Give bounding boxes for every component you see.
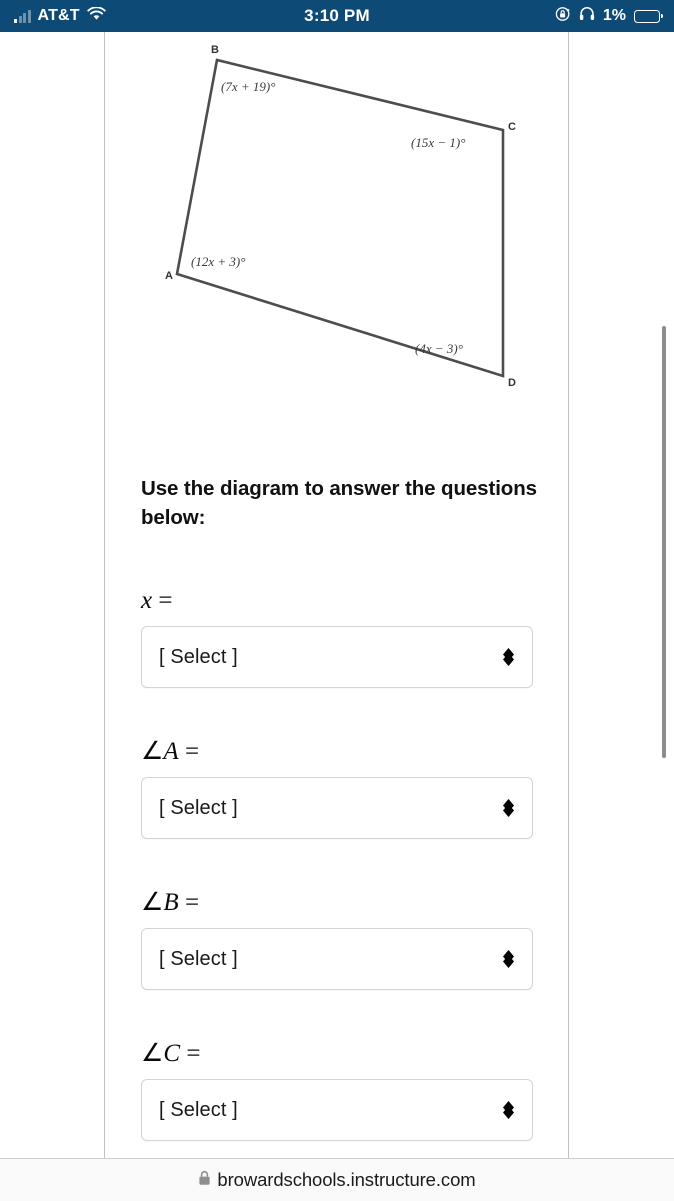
select-angle-b-value: [ Select ]: [159, 947, 238, 970]
chevron-up-down-icon: [500, 948, 516, 970]
url-text: browardschools.instructure.com: [217, 1169, 476, 1190]
page-body: A B C D (12x + 3)° (7x + 19)° (15x − 1)°…: [0, 32, 674, 1158]
status-bar-right: 1%: [555, 6, 663, 27]
question-x-equals: =: [158, 587, 173, 614]
angle-label-d: (4x − 3)°: [415, 341, 463, 356]
question-angle-b: ∠B = [ Select ]: [141, 890, 533, 990]
vertex-label-d: D: [508, 377, 516, 389]
question-angle-a-equals: =: [184, 738, 200, 765]
headphones-icon: [579, 6, 595, 26]
cellular-signal-icon: [14, 9, 31, 23]
angle-symbol-b: ∠: [141, 889, 164, 916]
quadrilateral-abcd-diagram: A B C D (12x + 3)° (7x + 19)° (15x − 1)°…: [125, 38, 525, 418]
angle-label-b: (7x + 19)°: [221, 79, 275, 94]
question-angle-b-label: ∠B =: [141, 890, 533, 915]
select-x[interactable]: [ Select ]: [141, 626, 533, 688]
select-x-value: [ Select ]: [159, 645, 238, 668]
browser-url-bar[interactable]: browardschools.instructure.com: [0, 1158, 674, 1201]
select-angle-a-value: [ Select ]: [159, 796, 238, 819]
angle-symbol-a: ∠: [141, 738, 164, 765]
diagram-svg: A B C D (12x + 3)° (7x + 19)° (15x − 1)°…: [165, 44, 516, 389]
status-bar-left: AT&T: [14, 5, 106, 26]
vertical-scrollbar[interactable]: [662, 326, 666, 758]
angle-label-a: (12x + 3)°: [191, 254, 245, 269]
status-bar: AT&T 3:10 PM 1%: [0, 0, 674, 32]
question-angle-a: ∠A = [ Select ]: [141, 739, 533, 839]
question-angle-a-variable: A: [163, 738, 179, 765]
question-angle-c: ∠C = [ Select ]: [141, 1041, 533, 1141]
question-angle-c-equals: =: [186, 1040, 201, 1067]
select-angle-a[interactable]: [ Select ]: [141, 777, 533, 839]
question-angle-c-label: ∠C =: [141, 1041, 533, 1066]
question-angle-b-equals: =: [184, 889, 200, 916]
question-angle-a-label: ∠A =: [141, 739, 533, 764]
select-angle-b[interactable]: [ Select ]: [141, 928, 533, 990]
chevron-up-down-icon: [500, 1099, 516, 1121]
lock-icon: [198, 1170, 211, 1191]
battery-icon: [634, 9, 663, 23]
content-right-rule: [568, 32, 569, 1158]
battery-percent-label: 1%: [602, 7, 626, 24]
wifi-icon: [87, 5, 106, 26]
carrier-label: AT&T: [37, 7, 80, 24]
vertex-label-c: C: [508, 121, 516, 133]
question-x-label: x =: [141, 588, 533, 613]
question-angle-b-variable: B: [163, 889, 179, 916]
vertex-label-a: A: [165, 270, 173, 282]
angle-label-c: (15x − 1)°: [411, 135, 465, 150]
chevron-up-down-icon: [500, 797, 516, 819]
chevron-up-down-icon: [500, 646, 516, 668]
vertex-label-b: B: [211, 44, 219, 56]
question-angle-c-variable: C: [163, 1040, 181, 1067]
quadrilateral-outline: [175, 58, 505, 378]
question-x: x = [ Select ]: [141, 588, 533, 688]
quiz-content: A B C D (12x + 3)° (7x + 19)° (15x − 1)°…: [105, 32, 568, 1158]
rotation-lock-icon: [555, 6, 571, 27]
select-angle-c-value: [ Select ]: [159, 1098, 238, 1121]
angle-symbol-c: ∠: [141, 1040, 164, 1067]
page-title: Use the diagram to answer the questions …: [141, 477, 537, 530]
question-x-variable: x: [141, 587, 153, 614]
select-angle-c[interactable]: [ Select ]: [141, 1079, 533, 1141]
